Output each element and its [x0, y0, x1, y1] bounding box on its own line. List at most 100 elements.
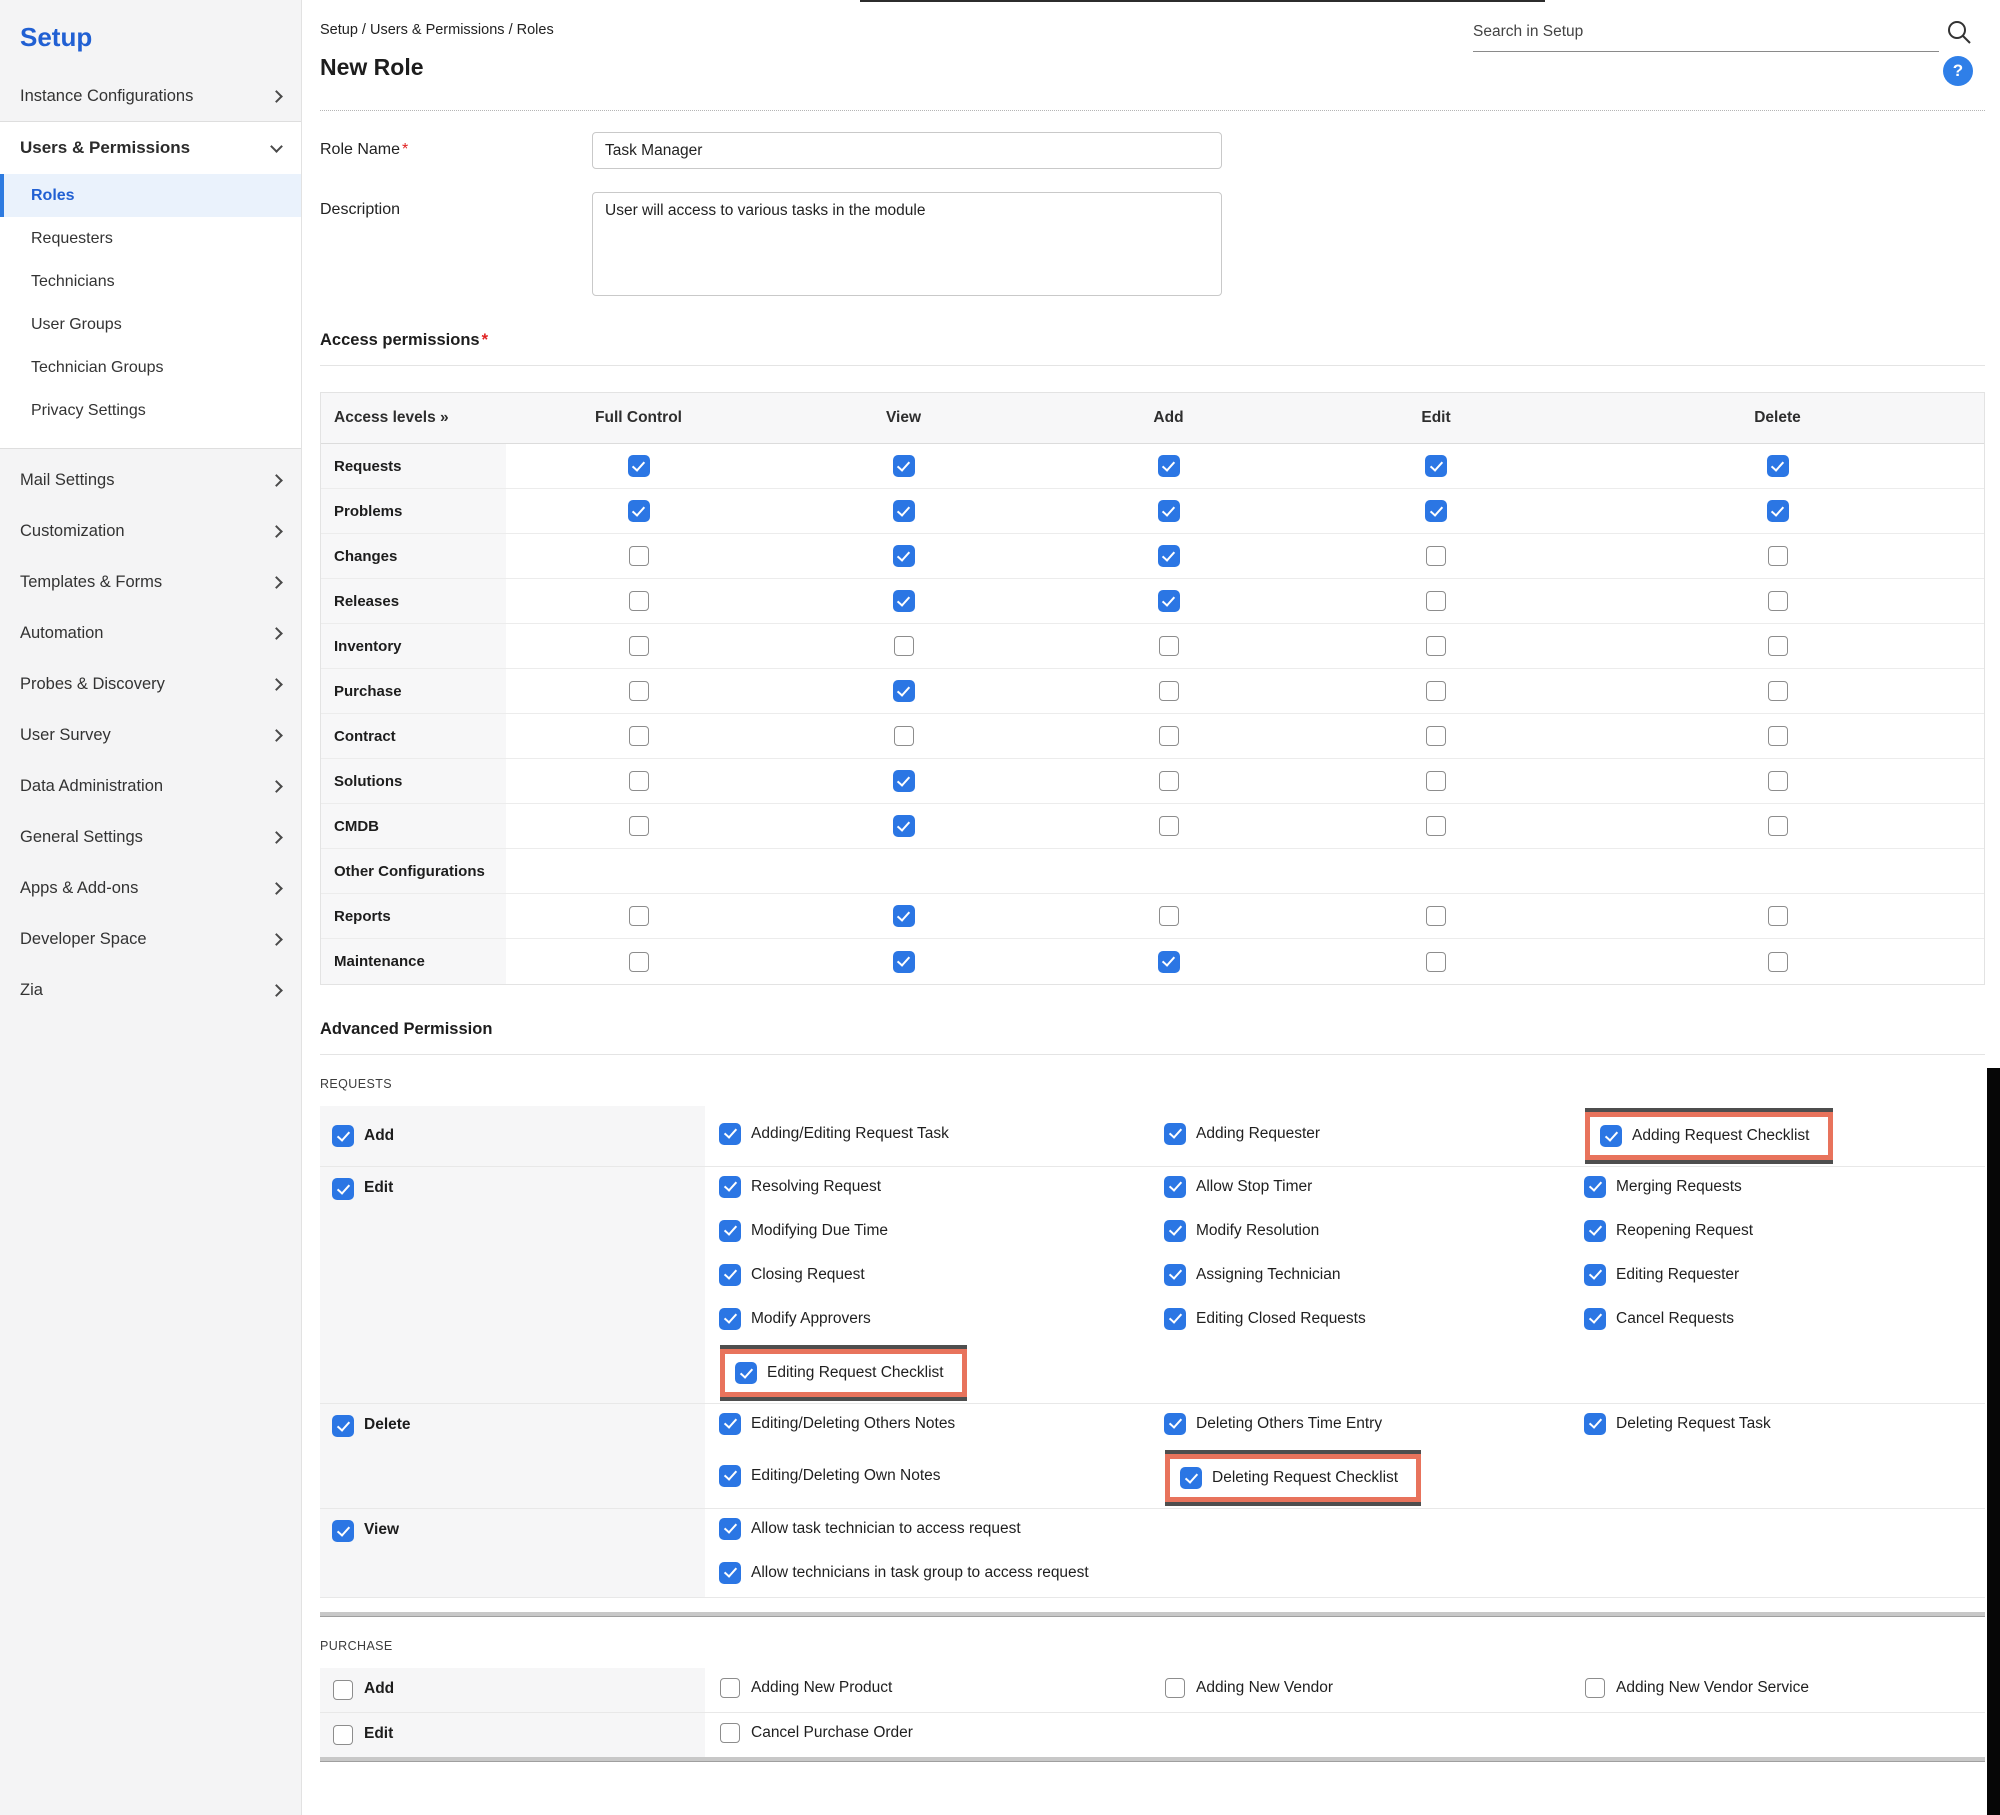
- checkbox-cmdb-view[interactable]: [894, 816, 914, 836]
- checkbox-contract-delete[interactable]: [1768, 726, 1788, 746]
- checkbox-allow-task-technician-to-access-request[interactable]: [720, 1519, 740, 1539]
- checkbox-requests-delete[interactable]: [1768, 456, 1788, 476]
- checkbox-purchase-delete[interactable]: [1768, 681, 1788, 701]
- checkbox-changes-delete[interactable]: [1768, 546, 1788, 566]
- checkbox-editing-request-checklist[interactable]: [736, 1363, 756, 1383]
- checkbox-requests-edit[interactable]: [333, 1179, 353, 1199]
- checkbox-reports-delete[interactable]: [1768, 906, 1788, 926]
- checkbox-inventory-view[interactable]: [894, 636, 914, 656]
- checkbox-releases-delete[interactable]: [1768, 591, 1788, 611]
- checkbox-maintenance-full-control[interactable]: [629, 952, 649, 972]
- checkbox-requests-add[interactable]: [333, 1126, 353, 1146]
- checkbox-adding-requester[interactable]: [1165, 1124, 1185, 1144]
- checkbox-cmdb-edit[interactable]: [1426, 816, 1446, 836]
- checkbox-changes-view[interactable]: [894, 546, 914, 566]
- checkbox-adding-new-vendor[interactable]: [1165, 1678, 1185, 1698]
- checkbox-maintenance-delete[interactable]: [1768, 952, 1788, 972]
- checkbox-changes-full-control[interactable]: [629, 546, 649, 566]
- checkbox-deleting-others-time-entry[interactable]: [1165, 1414, 1185, 1434]
- sidebar-item-probes-discovery[interactable]: Probes & Discovery: [0, 659, 301, 710]
- checkbox-purchase-full-control[interactable]: [629, 681, 649, 701]
- checkbox-adding-new-product[interactable]: [720, 1678, 740, 1698]
- sidebar-item-user-groups[interactable]: User Groups: [0, 303, 301, 346]
- sidebar-item-data-administration[interactable]: Data Administration: [0, 761, 301, 812]
- checkbox-maintenance-view[interactable]: [894, 952, 914, 972]
- checkbox-releases-view[interactable]: [894, 591, 914, 611]
- checkbox-purchase-edit[interactable]: [1426, 681, 1446, 701]
- checkbox-adding-editing-request-task[interactable]: [720, 1124, 740, 1144]
- sidebar-item-zia[interactable]: Zia: [0, 965, 301, 1016]
- description-field[interactable]: User will access to various tasks in the…: [592, 192, 1222, 296]
- checkbox-solutions-delete[interactable]: [1768, 771, 1788, 791]
- checkbox-reports-full-control[interactable]: [629, 906, 649, 926]
- checkbox-cmdb-delete[interactable]: [1768, 816, 1788, 836]
- checkbox-maintenance-edit[interactable]: [1426, 952, 1446, 972]
- checkbox-deleting-request-checklist[interactable]: [1181, 1468, 1201, 1488]
- checkbox-requests-add[interactable]: [1159, 456, 1179, 476]
- checkbox-problems-add[interactable]: [1159, 501, 1179, 521]
- sidebar-item-user-survey[interactable]: User Survey: [0, 710, 301, 761]
- checkbox-editing-requester[interactable]: [1585, 1265, 1605, 1285]
- checkbox-problems-full-control[interactable]: [629, 501, 649, 521]
- checkbox-cmdb-add[interactable]: [1159, 816, 1179, 836]
- role-name-field[interactable]: [592, 132, 1222, 169]
- checkbox-assigning-technician[interactable]: [1165, 1265, 1185, 1285]
- checkbox-resolving-request[interactable]: [720, 1177, 740, 1197]
- sidebar-item-technicians[interactable]: Technicians: [0, 260, 301, 303]
- sidebar-item-templates-forms[interactable]: Templates & Forms: [0, 557, 301, 608]
- checkbox-reopening-request[interactable]: [1585, 1221, 1605, 1241]
- checkbox-maintenance-add[interactable]: [1159, 952, 1179, 972]
- checkbox-contract-add[interactable]: [1159, 726, 1179, 746]
- checkbox-adding-new-vendor-service[interactable]: [1585, 1678, 1605, 1698]
- sidebar-item-users-permissions[interactable]: Users & Permissions: [0, 122, 301, 174]
- checkbox-cancel-requests[interactable]: [1585, 1309, 1605, 1329]
- checkbox-contract-full-control[interactable]: [629, 726, 649, 746]
- checkbox-requests-view[interactable]: [333, 1521, 353, 1541]
- checkbox-requests-edit[interactable]: [1426, 456, 1446, 476]
- checkbox-modify-approvers[interactable]: [720, 1309, 740, 1329]
- checkbox-problems-delete[interactable]: [1768, 501, 1788, 521]
- checkbox-contract-edit[interactable]: [1426, 726, 1446, 746]
- search-icon[interactable]: [1945, 18, 1973, 51]
- checkbox-editing-deleting-others-notes[interactable]: [720, 1414, 740, 1434]
- checkbox-requests-full-control[interactable]: [629, 456, 649, 476]
- checkbox-purchase-add[interactable]: [333, 1680, 353, 1700]
- checkbox-requests-delete[interactable]: [333, 1416, 353, 1436]
- checkbox-solutions-view[interactable]: [894, 771, 914, 791]
- checkbox-purchase-add[interactable]: [1159, 681, 1179, 701]
- checkbox-merging-requests[interactable]: [1585, 1177, 1605, 1197]
- checkbox-changes-add[interactable]: [1159, 546, 1179, 566]
- checkbox-requests-view[interactable]: [894, 456, 914, 476]
- checkbox-reports-view[interactable]: [894, 906, 914, 926]
- sidebar-item-general-settings[interactable]: General Settings: [0, 812, 301, 863]
- sidebar-item-privacy-settings[interactable]: Privacy Settings: [0, 389, 301, 432]
- checkbox-reports-add[interactable]: [1159, 906, 1179, 926]
- checkbox-contract-view[interactable]: [894, 726, 914, 746]
- checkbox-closing-request[interactable]: [720, 1265, 740, 1285]
- checkbox-editing-closed-requests[interactable]: [1165, 1309, 1185, 1329]
- vertical-scrollbar[interactable]: [1987, 1068, 2000, 1815]
- help-icon[interactable]: ?: [1943, 56, 1973, 86]
- checkbox-changes-edit[interactable]: [1426, 546, 1446, 566]
- checkbox-inventory-add[interactable]: [1159, 636, 1179, 656]
- checkbox-purchase-edit[interactable]: [333, 1725, 353, 1745]
- sidebar-item-automation[interactable]: Automation: [0, 608, 301, 659]
- sidebar-item-roles[interactable]: Roles: [0, 174, 301, 217]
- checkbox-inventory-edit[interactable]: [1426, 636, 1446, 656]
- sidebar-item-mail-settings[interactable]: Mail Settings: [0, 455, 301, 506]
- search-input[interactable]: [1473, 12, 1939, 52]
- checkbox-solutions-add[interactable]: [1159, 771, 1179, 791]
- checkbox-inventory-delete[interactable]: [1768, 636, 1788, 656]
- checkbox-releases-edit[interactable]: [1426, 591, 1446, 611]
- checkbox-reports-edit[interactable]: [1426, 906, 1446, 926]
- sidebar-item-technician-groups[interactable]: Technician Groups: [0, 346, 301, 389]
- checkbox-cmdb-full-control[interactable]: [629, 816, 649, 836]
- checkbox-releases-full-control[interactable]: [629, 591, 649, 611]
- checkbox-solutions-full-control[interactable]: [629, 771, 649, 791]
- checkbox-allow-stop-timer[interactable]: [1165, 1177, 1185, 1197]
- checkbox-cancel-purchase-order[interactable]: [720, 1723, 740, 1743]
- checkbox-editing-deleting-own-notes[interactable]: [720, 1466, 740, 1486]
- checkbox-problems-view[interactable]: [894, 501, 914, 521]
- checkbox-allow-technicians-in-task-group-to-access-request[interactable]: [720, 1563, 740, 1583]
- sidebar-item-requesters[interactable]: Requesters: [0, 217, 301, 260]
